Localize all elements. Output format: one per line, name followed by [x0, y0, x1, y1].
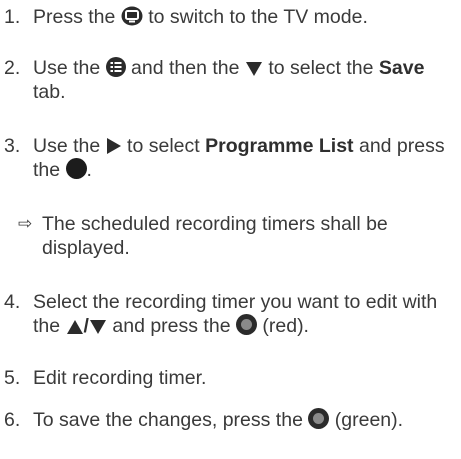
- step-number: 6.: [4, 409, 21, 431]
- down-arrow-button-icon: [245, 61, 263, 77]
- result-note: ⇨ The scheduled recording timers shall b…: [18, 212, 448, 260]
- right-arrow-button-icon: [106, 137, 122, 155]
- red-button-icon: [235, 314, 257, 335]
- step-number: 5.: [4, 367, 21, 389]
- green-button-icon: [308, 408, 330, 429]
- step-text: Use the to select Programme List and pre…: [33, 135, 445, 181]
- step-3: 3. Use the to select Programme List and …: [4, 134, 454, 182]
- instruction-list: 1. Press the to switch to the TV mode. 2…: [0, 0, 461, 459]
- tv-mode-button-icon: [121, 6, 143, 26]
- step-number: 1.: [4, 6, 21, 28]
- step-text: To save the changes, press the (green).: [33, 408, 404, 431]
- step-number: 2.: [4, 57, 21, 79]
- menu-button-icon: [105, 57, 126, 77]
- step-text: Press the to switch to the TV mode.: [33, 6, 368, 28]
- step-number: 3.: [4, 135, 21, 157]
- step-text: Edit recording timer.: [33, 367, 207, 389]
- step-number: 4.: [4, 291, 21, 313]
- step-4: 4. Select the recording timer you want t…: [4, 290, 454, 338]
- ok-button-icon: [65, 158, 87, 179]
- step-5: 5. Edit recording timer.: [4, 366, 454, 390]
- step-text: Use the and then the to select the Save …: [33, 57, 425, 103]
- step-text: Select the recording timer you want to e…: [33, 291, 438, 337]
- result-arrow-icon: ⇨: [18, 214, 33, 234]
- down-arrow-icon: [89, 319, 107, 335]
- step-2: 2. Use the and then the to select the Sa…: [4, 56, 454, 104]
- result-text: The scheduled recording timers shall be …: [42, 213, 388, 259]
- step-1: 1. Press the to switch to the TV mode.: [4, 5, 454, 29]
- step-6: 6. To save the changes, press the (green…: [4, 408, 454, 432]
- up-arrow-icon: [66, 319, 84, 335]
